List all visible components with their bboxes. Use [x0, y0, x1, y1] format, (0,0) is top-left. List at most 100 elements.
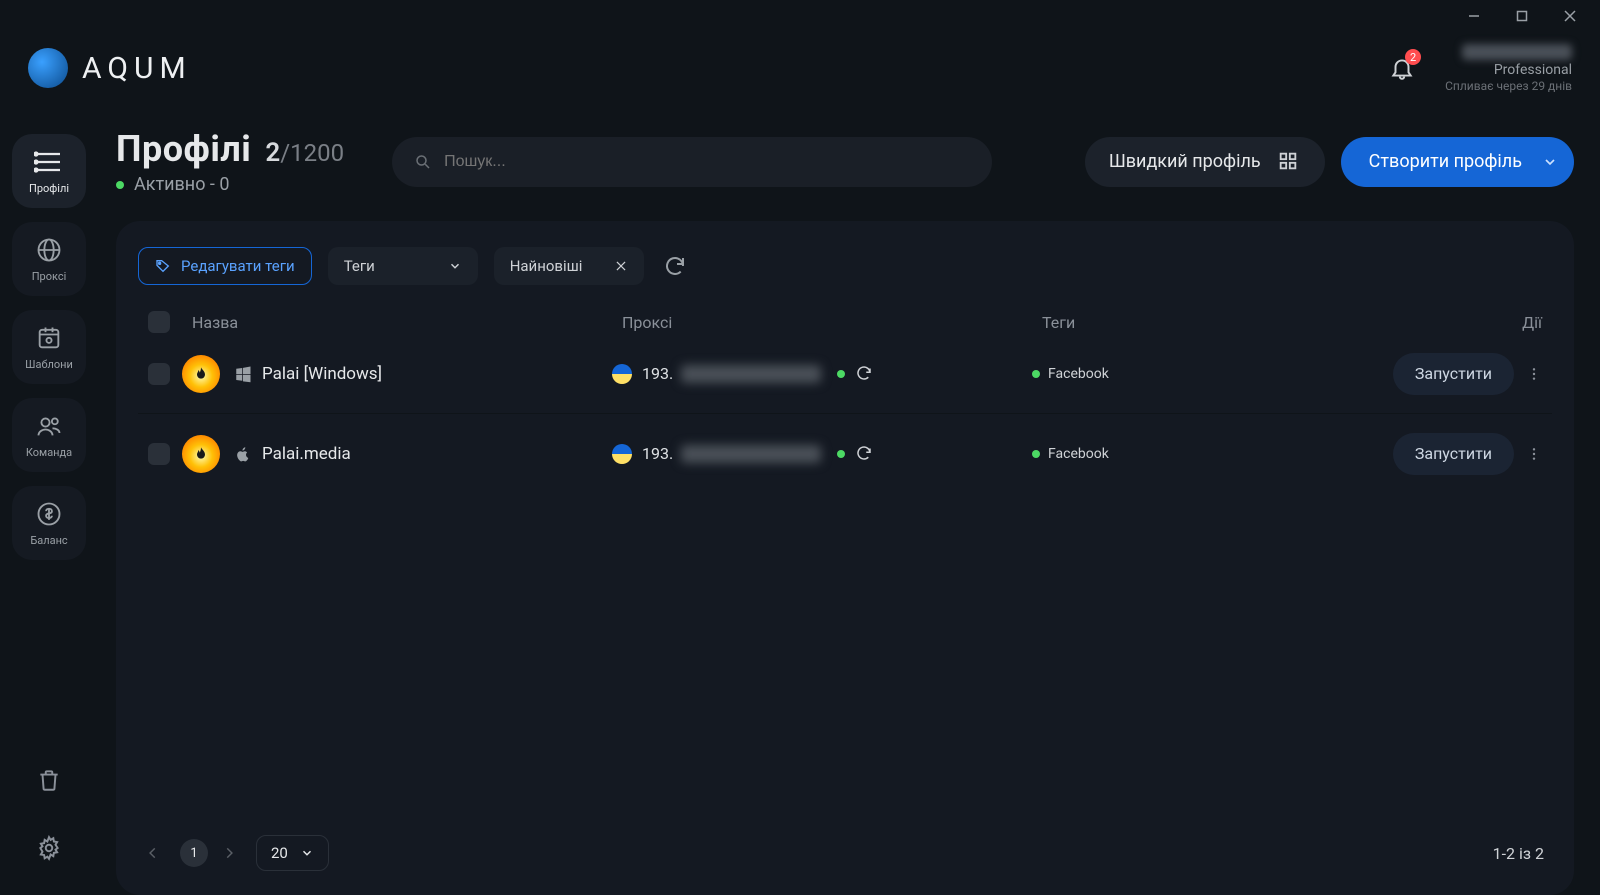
proxy-status-dot	[837, 450, 845, 458]
sort-label: Найновіші	[510, 257, 583, 275]
sidebar: Профілі Проксі Шаблони Команда Баланс	[0, 104, 98, 895]
tag-label: Facebook	[1048, 446, 1109, 462]
flame-icon	[193, 444, 209, 464]
grid-view-icon	[1277, 150, 1301, 174]
refresh-button[interactable]	[660, 251, 690, 281]
sidebar-item-team[interactable]: Команда	[12, 398, 86, 472]
sidebar-item-templates[interactable]: Шаблони	[12, 310, 86, 384]
country-flag-ukraine-icon	[612, 364, 632, 384]
profiles-count-current: 2	[265, 138, 280, 168]
row-menu-button[interactable]	[1526, 446, 1546, 462]
page-title: Профілі	[116, 128, 251, 170]
pagination-range: 1-2 із 2	[1493, 844, 1544, 863]
profile-name: Palai [Windows]	[262, 364, 382, 384]
tag-dot	[1032, 370, 1040, 378]
row-checkbox[interactable]	[148, 363, 170, 385]
close-icon[interactable]	[614, 259, 628, 273]
globe-icon	[35, 236, 63, 264]
refresh-icon	[855, 364, 873, 382]
profile-avatar	[182, 355, 220, 393]
trash-button[interactable]	[30, 761, 68, 799]
column-header-tags: Теги	[1042, 313, 1342, 332]
profile-avatar	[182, 435, 220, 473]
search-icon	[414, 153, 432, 171]
brand-logo: AQUM	[28, 48, 192, 88]
create-profile-label: Створити профіль	[1369, 151, 1522, 172]
row-checkbox[interactable]	[148, 443, 170, 465]
window-minimize-button[interactable]	[1452, 2, 1496, 30]
run-button[interactable]: Запустити	[1393, 353, 1514, 395]
search-box[interactable]	[392, 137, 992, 187]
proxy-refresh-button[interactable]	[855, 364, 875, 384]
profiles-panel: Редагувати теги Теги Найновіші Назва Про…	[116, 221, 1574, 895]
pager-prev-button[interactable]	[146, 846, 166, 860]
pager-next-button[interactable]	[222, 846, 242, 860]
chevron-left-icon	[146, 846, 160, 860]
logo-icon	[28, 48, 68, 88]
proxy-ip-prefix: 193.	[642, 364, 673, 383]
chevron-right-icon	[222, 846, 236, 860]
refresh-icon	[855, 444, 873, 462]
row-menu-button[interactable]	[1526, 366, 1546, 382]
proxy-ip-redacted	[681, 445, 821, 463]
window-titlebar	[0, 0, 1600, 32]
flame-icon	[193, 364, 209, 384]
settings-button[interactable]	[30, 829, 68, 867]
tag-label: Facebook	[1048, 366, 1109, 382]
column-header-name: Назва	[192, 313, 622, 332]
active-count-label: Активно - 0	[134, 174, 229, 195]
select-all-checkbox[interactable]	[148, 311, 170, 333]
table-row[interactable]: Palai [Windows] 193. Facebook	[138, 333, 1552, 413]
page-number[interactable]: 1	[180, 839, 208, 867]
table-row[interactable]: Palai.media 193. Facebook	[138, 413, 1552, 493]
gear-icon	[36, 835, 62, 861]
apple-icon	[234, 445, 252, 463]
kebab-icon	[1526, 366, 1542, 382]
account-expiry: Спливає через 29 днів	[1445, 79, 1572, 93]
sidebar-item-label: Команда	[26, 446, 72, 459]
tag-dot	[1032, 450, 1040, 458]
run-button[interactable]: Запустити	[1393, 433, 1514, 475]
active-indicator-dot	[116, 181, 124, 189]
dollar-icon	[35, 500, 63, 528]
chevron-down-icon	[300, 846, 314, 860]
app-header: AQUM 2 Professional Спливає через 29 дні…	[0, 32, 1600, 104]
trash-icon	[36, 767, 62, 793]
proxy-ip-prefix: 193.	[642, 444, 673, 463]
window-maximize-button[interactable]	[1500, 2, 1544, 30]
profiles-count-sep: /	[280, 139, 290, 167]
tags-filter-select[interactable]: Теги	[328, 247, 478, 285]
profiles-count-max: 1200	[290, 139, 344, 167]
search-input[interactable]	[444, 153, 970, 171]
sidebar-item-label: Профілі	[29, 182, 69, 195]
account-block[interactable]: Professional Спливає через 29 днів	[1445, 44, 1572, 93]
sidebar-item-profiles[interactable]: Профілі	[12, 134, 86, 208]
run-button-label: Запустити	[1415, 444, 1492, 463]
quick-profile-button[interactable]: Швидкий профіль	[1085, 137, 1325, 187]
column-header-proxy: Проксі	[622, 313, 1042, 332]
sidebar-item-label: Шаблони	[25, 358, 73, 371]
page-size-select[interactable]: 20	[256, 835, 329, 871]
account-plan: Professional	[1445, 62, 1572, 78]
tag-icon	[155, 258, 171, 274]
sort-select[interactable]: Найновіші	[494, 247, 644, 285]
edit-tags-button[interactable]: Редагувати теги	[138, 247, 312, 285]
kebab-icon	[1526, 446, 1542, 462]
account-name-redacted	[1462, 44, 1572, 60]
quick-profile-label: Швидкий профіль	[1109, 151, 1261, 172]
list-icon	[34, 148, 64, 176]
profile-name: Palai.media	[262, 444, 351, 464]
window-close-button[interactable]	[1548, 2, 1592, 30]
proxy-ip-redacted	[681, 365, 821, 383]
page-size-value: 20	[271, 844, 288, 862]
chevron-down-icon	[448, 259, 462, 273]
team-icon	[35, 412, 63, 440]
create-profile-button[interactable]: Створити профіль	[1341, 137, 1574, 187]
sidebar-item-balance[interactable]: Баланс	[12, 486, 86, 560]
notifications-button[interactable]: 2	[1385, 51, 1419, 85]
tags-filter-label: Теги	[344, 257, 375, 275]
sidebar-item-proxy[interactable]: Проксі	[12, 222, 86, 296]
proxy-refresh-button[interactable]	[855, 444, 875, 464]
proxy-status-dot	[837, 370, 845, 378]
brand-name: AQUM	[82, 51, 192, 86]
